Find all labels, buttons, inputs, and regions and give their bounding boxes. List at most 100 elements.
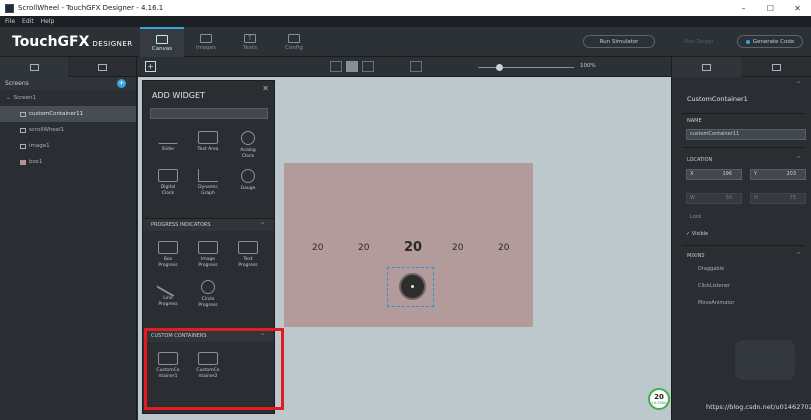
tree-item-image1[interactable]: image1 (0, 138, 136, 154)
widget-box-progress[interactable]: Box Progress (148, 241, 188, 268)
run-simulator-button[interactable]: Run Simulator (583, 35, 655, 48)
fit-screen-icon[interactable] (410, 61, 422, 72)
visible-checkbox[interactable]: ✓ Visible (686, 231, 708, 237)
scrollwheel-icon (20, 127, 26, 133)
menu-help[interactable]: Help (41, 18, 55, 25)
progress-indicators-header[interactable]: PROGRESS INDICATORS ^ (143, 218, 274, 231)
widget-label: Digital Clock (160, 185, 176, 196)
ruler-icon[interactable] (426, 61, 438, 72)
h-value: 75 (789, 195, 796, 201)
tab-config[interactable]: Config (272, 27, 316, 57)
widget-gauge[interactable]: Gauge (228, 169, 268, 196)
canvas-tools (330, 61, 442, 72)
visible-label: Visible (691, 231, 709, 237)
tab-texts[interactable]: T Texts (228, 27, 272, 57)
menu-edit[interactable]: Edit (22, 18, 34, 25)
maximize-button[interactable]: ☐ (757, 0, 784, 16)
assets-icon (97, 63, 107, 71)
widget-image-progress[interactable]: Image Progress (188, 241, 228, 268)
widget-circle-progress[interactable]: Circle Progress (188, 280, 228, 308)
widget-text-progress[interactable]: Text Progress (228, 241, 268, 268)
tab-images-label: Images (195, 44, 217, 51)
screen-box1[interactable]: 20 20 20 20 20 (284, 163, 533, 327)
widget-row: Slider Text Area Analog Clock (148, 131, 268, 159)
right-panel-tabs (672, 57, 811, 77)
left-panel-tabs (0, 57, 136, 77)
interactions-icon (771, 63, 781, 71)
screens-label: Screens (5, 80, 29, 87)
text-progress-icon (238, 241, 258, 254)
tree-item-screen1[interactable]: ⌄ Screen1 (0, 90, 136, 106)
tab-assets[interactable] (68, 57, 136, 77)
add-widget-title: ADD WIDGET (152, 91, 205, 100)
widget-label: Text Area (197, 147, 219, 152)
section-label: PROGRESS INDICATORS (151, 222, 211, 228)
menu-bar: File Edit Help (0, 16, 811, 27)
widget-search-input[interactable] (150, 108, 268, 119)
widget-label: Image Progress (198, 257, 218, 268)
menu-file[interactable]: File (5, 18, 15, 25)
widget-dynamic-graph[interactable]: Dynamic Graph (188, 169, 228, 196)
tree-item-label: image1 (29, 143, 50, 149)
mixin-moveanimator[interactable]: MoveAnimator (698, 300, 734, 306)
arrange-tool-icon[interactable] (346, 61, 358, 72)
gauge-icon (241, 169, 255, 183)
mode-tabs: Canvas Images T Texts Config (140, 27, 316, 57)
close-icon[interactable]: ✕ (262, 84, 269, 93)
performance-indicator: 20 +0.02K/s (648, 388, 670, 410)
x-field[interactable]: X 196 (686, 169, 742, 180)
box-progress-icon (158, 241, 178, 254)
tree-item-box1[interactable]: box1 (0, 154, 136, 170)
lock-checkbox[interactable]: Lock (690, 214, 701, 220)
widget-label: Gauge (240, 186, 256, 191)
digital-clock-icon (158, 169, 178, 182)
widget-digital-clock[interactable]: Digital Clock (148, 169, 188, 196)
y-field[interactable]: Y 203 (750, 169, 806, 180)
tree-item-scrollwheel1[interactable]: scrollWheel1 (0, 122, 136, 138)
divider (682, 113, 804, 114)
chevron-up-icon: ^ (795, 156, 801, 163)
widget-label: Line Progress (158, 296, 178, 307)
widget-text-area[interactable]: Text Area (188, 131, 228, 159)
align-tool-icon[interactable] (330, 61, 342, 72)
dynamic-graph-icon (198, 169, 218, 182)
h-label: H (754, 195, 758, 201)
widget-row: Digital Clock Dynamic Graph Gauge (148, 169, 268, 196)
widget-analog-clock[interactable]: Analog Clock (228, 131, 268, 159)
zoom-slider-handle[interactable] (496, 64, 503, 71)
tree-item-label: box1 (29, 159, 43, 165)
tree-item-customcontainer11[interactable]: customContainer11 (0, 106, 136, 122)
redo-icon[interactable] (394, 61, 406, 72)
widget-row: Line Progress Circle Progress (148, 275, 228, 308)
x-value: 196 (722, 171, 732, 177)
add-widget-button[interactable]: + (145, 61, 156, 72)
close-button[interactable]: ✕ (784, 0, 811, 16)
minimize-button[interactable]: – (730, 0, 757, 16)
undo-icon[interactable] (378, 61, 390, 72)
widget-line-progress[interactable]: Line Progress (148, 275, 188, 308)
name-field[interactable]: customContainer11 (686, 129, 806, 140)
run-target-button[interactable]: Run Target (672, 35, 726, 48)
custom-container-selection[interactable] (387, 267, 434, 307)
screens-icon (29, 63, 39, 71)
tab-canvas[interactable]: Canvas (140, 27, 184, 57)
tab-interactions[interactable] (742, 57, 811, 77)
mixin-clicklistener[interactable]: ClickListener (698, 283, 730, 289)
container-icon (20, 111, 26, 117)
tab-screens[interactable] (0, 57, 68, 77)
tab-texts-label: Texts (243, 44, 257, 51)
widget-label: Box Progress (158, 257, 178, 268)
tree-item-label: customContainer11 (29, 111, 84, 117)
scrollwheel-item: 20 (358, 243, 370, 253)
zoom-slider-track[interactable] (478, 67, 574, 68)
widget-slider[interactable]: Slider (148, 131, 188, 159)
group-tool-icon[interactable] (362, 61, 374, 72)
canvas-icon (156, 34, 168, 44)
add-screen-button[interactable]: + (117, 79, 126, 88)
generate-code-button[interactable]: Generate Code (737, 35, 803, 48)
mixin-draggable[interactable]: Draggable (698, 266, 724, 272)
tab-images[interactable]: Images (184, 27, 228, 57)
widget-row: Box Progress Image Progress Text Progres… (148, 241, 268, 268)
tab-properties[interactable] (672, 57, 742, 77)
x-label: X (690, 171, 694, 177)
